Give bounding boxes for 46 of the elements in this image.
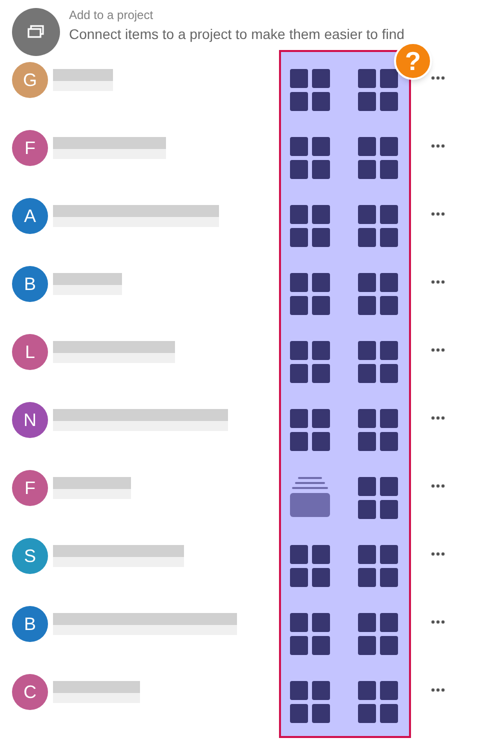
more-icon[interactable]	[431, 212, 445, 216]
more-icon[interactable]	[431, 620, 445, 624]
blurred-text	[53, 69, 113, 91]
grid-icon	[290, 273, 330, 315]
grid-icon	[358, 409, 398, 451]
avatar: L	[12, 334, 48, 370]
avatar: F	[12, 470, 48, 506]
avatar: G	[12, 62, 48, 98]
grid-icon	[358, 545, 398, 587]
more-icon[interactable]	[431, 144, 445, 148]
more-icon[interactable]	[431, 484, 445, 488]
grid-icon	[290, 613, 330, 655]
grid-icon	[358, 477, 398, 519]
grid-icon	[290, 341, 330, 383]
grid-icon	[358, 341, 398, 383]
more-icon[interactable]	[431, 348, 445, 352]
blurred-text	[53, 273, 122, 295]
grid-icon	[290, 681, 330, 723]
avatar: C	[12, 674, 48, 710]
more-icon[interactable]	[431, 416, 445, 420]
avatar: B	[12, 266, 48, 302]
grid-icon	[290, 137, 330, 179]
header-title: Add to a project	[69, 8, 154, 22]
grid-icon	[358, 681, 398, 723]
grid-icon	[358, 69, 398, 111]
avatar: N	[12, 402, 48, 438]
project-icon	[12, 8, 60, 56]
avatar: A	[12, 198, 48, 234]
grid-icon	[358, 137, 398, 179]
grid-icon	[290, 409, 330, 451]
more-icon[interactable]	[431, 688, 445, 692]
help-badge[interactable]: ?	[394, 42, 432, 80]
avatar: F	[12, 130, 48, 166]
grid-icon	[358, 613, 398, 655]
grid-icon	[358, 273, 398, 315]
grid-icon	[358, 205, 398, 247]
stack-icon	[290, 477, 330, 517]
avatar: S	[12, 538, 48, 574]
avatar: B	[12, 606, 48, 642]
grid-icon	[290, 205, 330, 247]
more-icon[interactable]	[431, 280, 445, 284]
header-subtitle: Connect items to a project to make them easier to find	[69, 25, 404, 43]
grid-icon	[290, 69, 330, 111]
more-icon[interactable]	[431, 552, 445, 556]
grid-icon	[290, 545, 330, 587]
more-icon[interactable]	[431, 76, 445, 80]
